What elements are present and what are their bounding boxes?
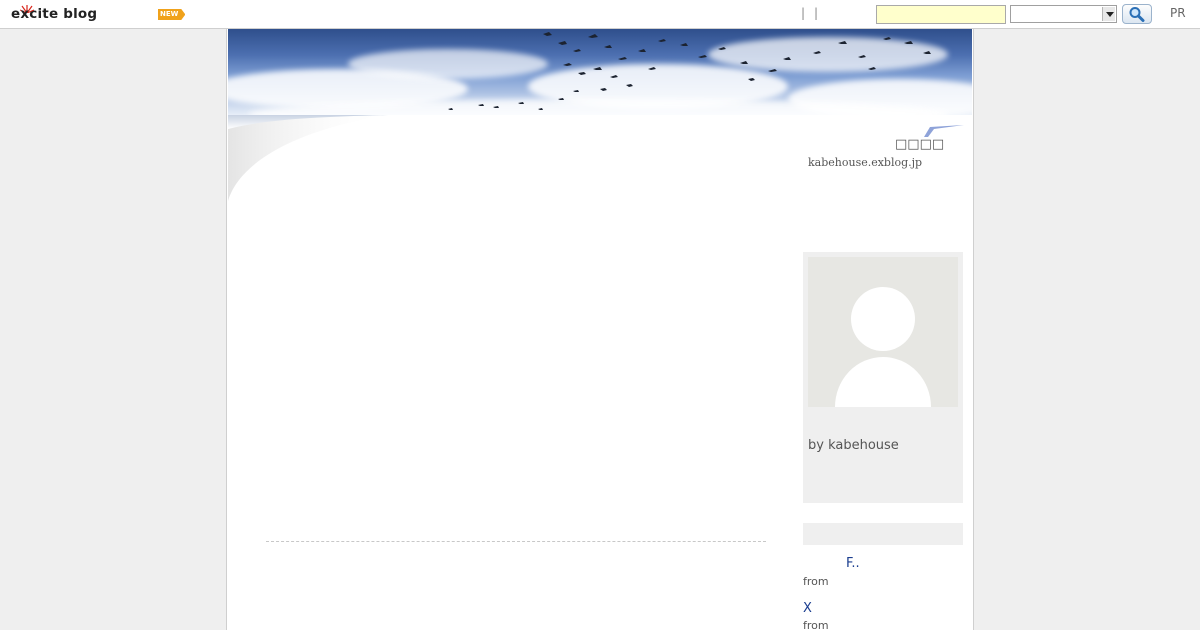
excite-blog-logo[interactable]: excite blog <box>11 3 97 25</box>
profile-by-line: by kabehouse <box>808 438 899 453</box>
recent-comments-header <box>803 523 963 545</box>
logo-text-x: x <box>20 6 30 22</box>
recent-comment-link[interactable]: F.. <box>846 556 860 571</box>
menu-separator: | <box>814 6 819 20</box>
blog-frame: □□□□ kabehouse.exblog.jp by kabehouse F.… <box>226 29 974 630</box>
search-category-select[interactable] <box>1010 5 1117 23</box>
logo-text: excite blog <box>11 6 97 22</box>
blog-title[interactable]: □□□□ <box>895 137 944 152</box>
recent-comment-from: from <box>803 575 829 588</box>
header-swoosh-decoration <box>228 115 388 201</box>
avatar[interactable] <box>808 257 958 407</box>
search-icon <box>1129 7 1145 22</box>
profile-box: by kabehouse <box>803 252 963 503</box>
new-badge[interactable]: NEW <box>158 9 186 20</box>
search-button[interactable] <box>1122 4 1152 24</box>
top-bar: excite blog NEW | | PR <box>0 0 1200 29</box>
avatar-body-shape <box>835 357 931 407</box>
content-divider <box>266 541 766 542</box>
recent-comment-link[interactable]: X <box>803 601 812 616</box>
search-input[interactable] <box>876 5 1006 24</box>
chevron-down-icon[interactable] <box>1102 7 1115 21</box>
logo-text-rest: cite blog <box>29 6 98 22</box>
recent-comment-from: from <box>803 619 829 630</box>
header-banner-image <box>228 29 972 115</box>
pr-link[interactable]: PR <box>1170 6 1186 20</box>
logo-text-e: e <box>11 6 21 22</box>
birds-illustration <box>448 32 931 110</box>
menu-separator: | <box>801 6 806 20</box>
avatar-head-shape <box>851 287 915 351</box>
blog-url: kabehouse.exblog.jp <box>808 156 923 169</box>
